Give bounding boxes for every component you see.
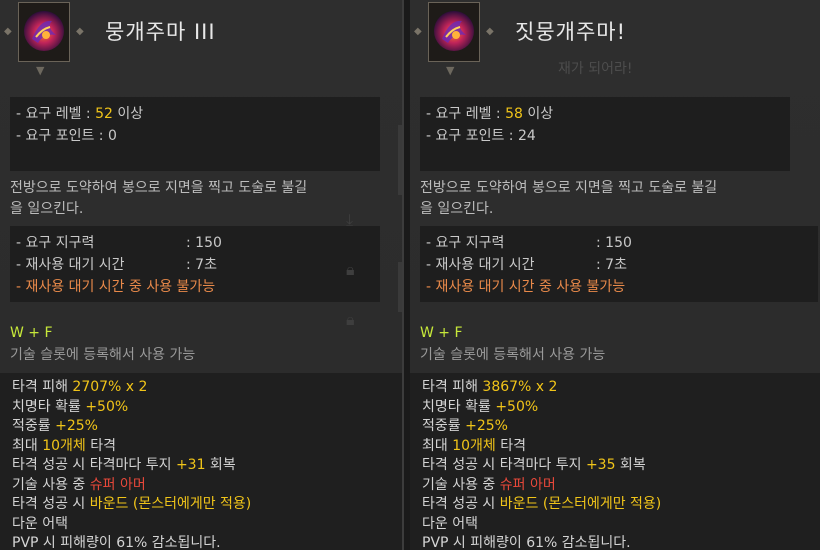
effect-accuracy: 적중률 +25%: [12, 418, 98, 434]
effect-damage: 타격 피해 3867% x 2: [422, 379, 558, 395]
frame-arrow-left-icon: ◆: [414, 26, 422, 37]
frame-arrow-right-icon: ◆: [76, 26, 84, 37]
faded-background-text: 재가 되어라!: [558, 61, 633, 77]
effect-down-attack: 다운 어택: [422, 515, 478, 532]
skill-title: 짓뭉개주마!: [515, 20, 627, 44]
effect-super-armor: 기술 사용 중 슈퍼 아머: [12, 476, 146, 493]
cost-box: - 요구 지구력: 150 - 재사용 대기 시간: 7초 - 재사용 대기 시…: [420, 226, 818, 302]
effect-max-targets: 최대 10개체 타격: [422, 437, 527, 454]
effect-max-targets: 최대 10개체 타격: [12, 437, 117, 454]
lock-icon: 🔒︎: [346, 260, 355, 279]
effect-bound: 타격 성공 시 바운드 (몬스터에게만 적용): [422, 496, 662, 512]
slot-note: 기술 슬롯에 등록해서 사용 가능: [10, 347, 196, 363]
required-level: - 요구 레벨 : 52 이상: [16, 106, 144, 122]
fire-staff-skill-icon: [434, 11, 474, 51]
skill-icon-frame[interactable]: [18, 2, 70, 62]
stamina-cost: - 요구 지구력: 150: [16, 235, 222, 251]
effect-super-armor: 기술 사용 중 슈퍼 아머: [422, 476, 556, 493]
skill-description: 전방으로 도약하여 봉으로 지면을 찍고 도술로 불길 을 일으킨다.: [10, 180, 308, 217]
cooldown: - 재사용 대기 시간: 7초: [16, 257, 217, 273]
required-level: - 요구 레벨 : 58 이상: [426, 106, 554, 122]
effect-willpower: 타격 성공 시 타격마다 투지 +31 회복: [12, 457, 236, 473]
slot-note: 기술 슬롯에 등록해서 사용 가능: [420, 347, 606, 363]
lock-icon: 🔒︎: [346, 310, 355, 329]
cooldown-note: - 재사용 대기 시간 중 사용 불가능: [16, 279, 216, 295]
effect-bound: 타격 성공 시 바운드 (몬스터에게만 적용): [12, 496, 252, 512]
skill-title: 뭉개주마 III: [105, 20, 216, 44]
cooldown-note: - 재사용 대기 시간 중 사용 불가능: [426, 279, 626, 295]
skill-icon-frame[interactable]: [428, 2, 480, 62]
effect-willpower: 타격 성공 시 타격마다 투지 +35 회복: [422, 457, 646, 473]
effect-down-attack: 다운 어택: [12, 515, 68, 532]
stamina-cost: - 요구 지구력: 150: [426, 235, 632, 251]
effects-box: 타격 피해 2707% x 2 치명타 확률 +50% 적중률 +25% 최대 …: [0, 373, 402, 550]
download-icon: ⤓: [346, 210, 354, 229]
effect-crit: 치명타 확률 +50%: [12, 398, 129, 415]
required-points: - 요구 포인트 : 0: [16, 128, 117, 144]
chevron-down-icon: ▼: [36, 64, 45, 77]
effect-accuracy: 적중률 +25%: [422, 418, 508, 434]
key-combo: W + F 기술 슬롯에 등록해서 사용 가능: [10, 322, 195, 366]
fire-staff-skill-icon: [24, 11, 64, 51]
requirement-box: - 요구 레벨 : 58 이상 - 요구 포인트 : 24: [420, 97, 790, 171]
pvp-note: PVP 시 피해량이 61% 감소됩니다.: [12, 535, 221, 550]
skill-tooltip-left: ◆ ◆ ▼ 뭉개주마 III - 요구 레벨 : 52 이상 - 요구 포인트 …: [0, 0, 404, 550]
requirement-box: - 요구 레벨 : 52 이상 - 요구 포인트 : 0: [10, 97, 380, 171]
skill-description: 전방으로 도약하여 봉으로 지면을 찍고 도술로 불길 을 일으킨다.: [420, 180, 718, 217]
pvp-note: PVP 시 피해량이 61% 감소됩니다.: [422, 535, 631, 550]
frame-arrow-right-icon: ◆: [486, 26, 494, 37]
effect-damage: 타격 피해 2707% x 2: [12, 379, 148, 395]
frame-arrow-left-icon: ◆: [4, 26, 12, 37]
skill-tooltip-right: ◆ ◆ ▼ 짓뭉개주마! 재가 되어라! - 요구 레벨 : 58 이상 - 요…: [410, 0, 820, 550]
required-points: - 요구 포인트 : 24: [426, 128, 536, 144]
key-combo: W + F 기술 슬롯에 등록해서 사용 가능: [420, 322, 605, 366]
effect-crit: 치명타 확률 +50%: [422, 398, 539, 415]
effects-box: 타격 피해 3867% x 2 치명타 확률 +50% 적중률 +25% 최대 …: [410, 373, 820, 550]
chevron-down-icon: ▼: [446, 64, 455, 77]
cost-box: - 요구 지구력: 150 - 재사용 대기 시간: 7초 - 재사용 대기 시…: [10, 226, 380, 302]
cooldown: - 재사용 대기 시간: 7초: [426, 257, 627, 273]
